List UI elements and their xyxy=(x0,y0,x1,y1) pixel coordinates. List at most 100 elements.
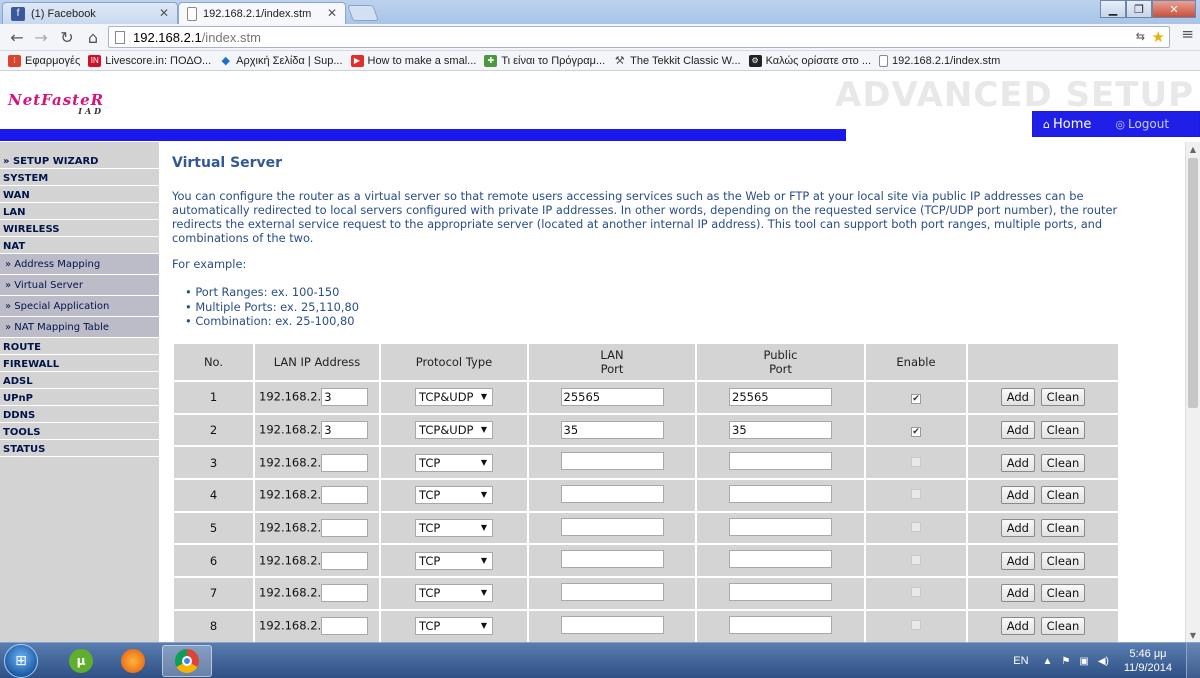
bookmark-item[interactable]: ▶ How to make a smal... xyxy=(350,54,476,67)
sidebar-item-wireless[interactable]: WIRELESS xyxy=(0,220,159,237)
add-button[interactable]: Add xyxy=(1000,551,1035,570)
lan-ip-input[interactable] xyxy=(321,486,369,505)
add-button[interactable]: Add xyxy=(1000,486,1035,505)
show-desktop-button[interactable] xyxy=(1186,643,1200,678)
sidebar-item-nat[interactable]: NAT xyxy=(0,237,159,254)
clean-button[interactable]: Clean xyxy=(1040,453,1086,472)
enable-checkbox[interactable] xyxy=(911,522,921,533)
public-port-input[interactable]: 25565 xyxy=(729,388,832,407)
protocol-select[interactable]: TCP ▼ xyxy=(415,486,493,505)
enable-checkbox[interactable] xyxy=(911,489,921,500)
back-button[interactable]: ← xyxy=(6,27,28,47)
protocol-select[interactable]: TCP ▼ xyxy=(415,453,493,472)
close-icon[interactable]: ✕ xyxy=(327,6,337,20)
add-button[interactable]: Add xyxy=(1000,617,1035,636)
bookmark-item[interactable]: 192.168.2.1/index.stm xyxy=(879,54,1000,67)
utorrent-taskbar-icon[interactable]: µ xyxy=(56,645,106,677)
page-scrollbar[interactable]: ▲ ▼ xyxy=(1185,142,1200,642)
menu-icon[interactable]: ≡ xyxy=(1181,25,1194,43)
protocol-select[interactable]: TCP&UDP ▼ xyxy=(415,421,493,440)
protocol-select[interactable]: TCP ▼ xyxy=(415,584,493,603)
sidebar-item-ddns[interactable]: DDNS xyxy=(0,406,159,423)
clean-button[interactable]: Clean xyxy=(1040,388,1086,407)
bookmark-item[interactable]: ✚ Τι είναι το Πρόγραμ... xyxy=(484,54,605,67)
lan-ip-input[interactable] xyxy=(321,584,369,603)
public-port-input[interactable] xyxy=(729,484,832,503)
bookmark-item[interactable]: ⚙ Καλώς ορίσατε στο ... xyxy=(748,54,871,67)
translate-icon[interactable]: ⇆ xyxy=(1136,30,1145,43)
logout-link[interactable]: ◎ Logout xyxy=(1115,117,1181,131)
lan-port-input[interactable] xyxy=(560,550,664,569)
public-port-input[interactable]: 35 xyxy=(729,421,832,440)
add-button[interactable]: Add xyxy=(1000,519,1035,538)
lan-ip-input[interactable] xyxy=(321,453,369,472)
bookmark-item[interactable]: ⚒ The Tekkit Classic W... xyxy=(613,55,741,68)
protocol-select[interactable]: TCP ▼ xyxy=(415,551,493,570)
sidebar-item-setup-wizard[interactable]: » SETUP WIZARD xyxy=(0,152,159,169)
clean-button[interactable]: Clean xyxy=(1040,617,1086,636)
new-tab-button[interactable] xyxy=(347,5,379,21)
scroll-up-icon[interactable]: ▲ xyxy=(1186,142,1200,156)
public-port-input[interactable] xyxy=(729,452,832,471)
sidebar-item-virtual-server[interactable]: » Virtual Server xyxy=(0,275,159,296)
enable-checkbox[interactable] xyxy=(911,587,921,598)
add-button[interactable]: Add xyxy=(1000,388,1035,407)
lan-ip-input[interactable]: 3 xyxy=(321,388,369,407)
public-port-input[interactable] xyxy=(729,615,832,634)
public-port-input[interactable] xyxy=(729,517,832,536)
scroll-thumb[interactable] xyxy=(1188,158,1198,408)
forward-button[interactable]: → xyxy=(30,27,52,47)
add-button[interactable]: Add xyxy=(1000,453,1035,472)
enable-checkbox[interactable] xyxy=(911,554,921,565)
volume-icon[interactable]: ◀) xyxy=(1098,656,1109,667)
lan-ip-input[interactable] xyxy=(321,551,369,570)
home-link[interactable]: ⌂ Home xyxy=(1043,117,1103,132)
lan-port-input[interactable]: 35 xyxy=(560,421,664,440)
close-icon[interactable]: ✕ xyxy=(159,6,169,20)
add-button[interactable]: Add xyxy=(1000,421,1035,440)
sidebar-item-upnp[interactable]: UPnP xyxy=(0,389,159,406)
reload-button[interactable]: ↻ xyxy=(56,27,78,47)
sidebar-item-lan[interactable]: LAN xyxy=(0,203,159,220)
lan-port-input[interactable] xyxy=(560,615,664,634)
enable-checkbox[interactable]: ✔ xyxy=(911,427,921,438)
sidebar-item-wan[interactable]: WAN xyxy=(0,186,159,203)
clean-button[interactable]: Clean xyxy=(1040,584,1086,603)
tab-facebook[interactable]: f (1) Facebook ✕ xyxy=(2,2,178,24)
clean-button[interactable]: Clean xyxy=(1040,421,1086,440)
minimize-button[interactable]: ▁ xyxy=(1100,0,1126,18)
address-bar[interactable]: 192.168.2.1/index.stm ⇆ ★ xyxy=(108,26,1170,48)
lan-ip-input[interactable] xyxy=(321,617,369,636)
bookmark-item[interactable]: ◆ Αρχική Σελίδα | Sup... xyxy=(219,55,342,68)
lan-port-input[interactable] xyxy=(560,484,664,503)
home-icon[interactable]: ⌂ xyxy=(82,27,104,47)
bookmark-item[interactable]: IN Livescore.in: ΠΟΔΟ... xyxy=(88,54,211,67)
protocol-select[interactable]: TCP&UDP ▼ xyxy=(415,388,493,407)
sidebar-item-adsl[interactable]: ADSL xyxy=(0,372,159,389)
enable-checkbox[interactable]: ✔ xyxy=(911,394,921,405)
sidebar-item-system[interactable]: SYSTEM xyxy=(0,169,159,186)
public-port-input[interactable] xyxy=(729,582,832,601)
bookmark-star-icon[interactable]: ★ xyxy=(1152,28,1165,46)
firefox-taskbar-icon[interactable] xyxy=(108,645,158,677)
lan-ip-input[interactable]: 3 xyxy=(321,421,369,440)
lan-port-input[interactable] xyxy=(560,517,664,536)
flag-icon[interactable]: ⚑ xyxy=(1061,656,1070,667)
protocol-select[interactable]: TCP ▼ xyxy=(415,617,493,636)
lan-port-input[interactable]: 25565 xyxy=(560,388,664,407)
sidebar-item-status[interactable]: STATUS xyxy=(0,440,159,457)
chrome-taskbar-icon[interactable] xyxy=(162,645,212,677)
window-close-button[interactable]: ✕ xyxy=(1152,0,1196,18)
language-indicator[interactable]: EN xyxy=(1013,655,1028,667)
scroll-down-icon[interactable]: ▼ xyxy=(1186,628,1200,642)
clean-button[interactable]: Clean xyxy=(1040,519,1086,538)
clock[interactable]: 5:46 μμ 11/9/2014 xyxy=(1124,647,1172,675)
sidebar-item-nat-mapping-table[interactable]: » NAT Mapping Table xyxy=(0,317,159,338)
lan-port-input[interactable] xyxy=(560,452,664,471)
tab-router[interactable]: 192.168.2.1/index.stm ✕ xyxy=(178,2,346,24)
restore-button[interactable]: ❐ xyxy=(1126,0,1152,18)
enable-checkbox[interactable] xyxy=(911,620,921,631)
sidebar-item-route[interactable]: ROUTE xyxy=(0,338,159,355)
bookmark-item[interactable]: ⁞ Εφαρμογές xyxy=(8,54,80,67)
lan-port-input[interactable] xyxy=(560,582,664,601)
